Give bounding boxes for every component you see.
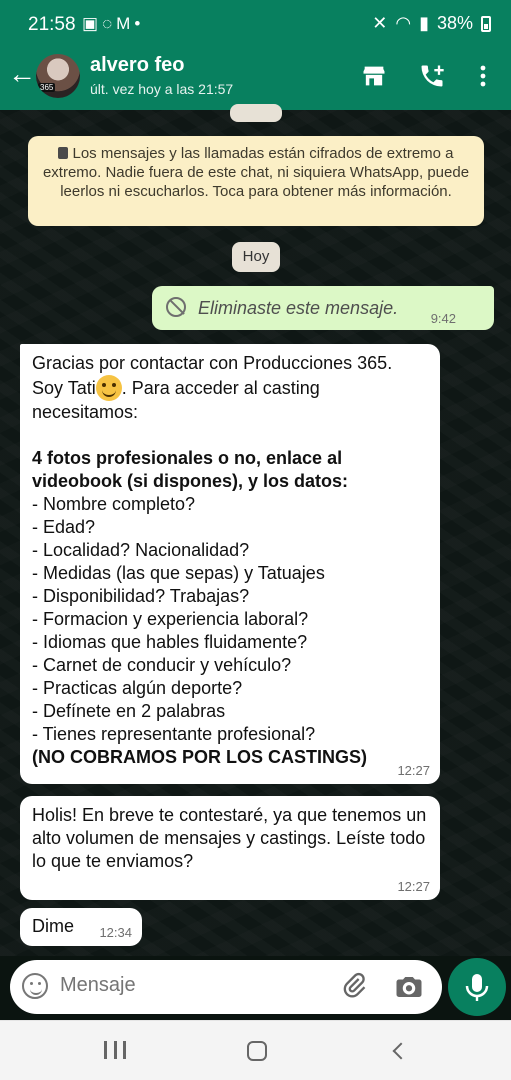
- back-arrow-icon[interactable]: ←: [8, 60, 36, 88]
- signal-icon: ▮: [419, 13, 429, 33]
- list-item: - Formacion y experiencia laboral?: [32, 609, 309, 629]
- gmail-icon: M: [116, 14, 131, 33]
- day-label: Hoy: [232, 242, 280, 272]
- emoji-icon[interactable]: [22, 973, 48, 999]
- encryption-text: Los mensajes y las llamadas están cifrad…: [42, 145, 470, 200]
- list-item: - Defínete en 2 palabras: [32, 701, 226, 721]
- final-bold-line: (NO COBRAMOS POR LOS CASTINGS): [32, 747, 368, 767]
- lock-icon: [58, 147, 69, 159]
- list-item: - Carnet de conducir y vehículo?: [32, 655, 292, 675]
- chat-area[interactable]: Los mensajes y las llamadas están cifrad…: [0, 104, 511, 956]
- gallery-icon: ▣: [82, 14, 99, 33]
- mute-icon: ✕: [372, 13, 388, 33]
- camera-icon[interactable]: [394, 972, 424, 1002]
- nav-back-icon[interactable]: [392, 1042, 410, 1060]
- message-time: 12:27: [397, 763, 430, 778]
- avatar-tag: 365: [38, 83, 56, 92]
- sent-message[interactable]: Eliminaste este mensaje. 9:42: [152, 286, 494, 330]
- bold-line-2: videobook (si dispones), y los datos:: [32, 471, 349, 491]
- wifi-icon: ◠: [395, 13, 412, 33]
- list-item: - Disponibilidad? Trabajas?: [32, 586, 250, 606]
- whatsapp-icon: ◌: [102, 14, 113, 33]
- chat-header: ← 365 alvero feo últ. vez hoy a las 21:5…: [0, 50, 511, 110]
- received-message[interactable]: Dime 12:34: [20, 908, 142, 946]
- list-item: - Medidas (las que sepas) y Tatuajes: [32, 563, 325, 583]
- android-nav-bar: [0, 1020, 511, 1080]
- smile-emoji-icon: [95, 375, 122, 401]
- date-pill-partial: [230, 104, 282, 122]
- bold-line-1: 4 fotos profesionales o no, enlace al: [32, 448, 343, 468]
- store-icon[interactable]: [360, 62, 388, 90]
- battery-percent: 38%: [436, 13, 473, 33]
- contact-name[interactable]: alvero feo: [90, 54, 184, 77]
- list-item: - Practicas algún deporte?: [32, 678, 243, 698]
- recents-icon[interactable]: [104, 1041, 126, 1059]
- last-seen: últ. vez hoy a las 21:57: [90, 81, 234, 97]
- home-icon[interactable]: [247, 1041, 267, 1061]
- microphone-button[interactable]: [448, 958, 506, 1016]
- system-icons: ✕ ◠ ▮ 38%: [372, 13, 491, 34]
- battery-icon: [481, 15, 491, 32]
- received-message[interactable]: Gracias por contactar con Producciones 3…: [20, 344, 440, 784]
- message-composer: [10, 960, 442, 1014]
- add-call-icon[interactable]: [418, 62, 446, 90]
- notification-icons: ▣ ◌ M •: [82, 14, 140, 34]
- list-item: - Idiomas que hables fluidamente?: [32, 632, 308, 652]
- attach-icon[interactable]: [340, 972, 368, 1000]
- message-intro: Gracias por contactar con Producciones 3…: [32, 352, 428, 424]
- dot-icon: •: [134, 14, 141, 33]
- status-bar: 21:58 ▣ ◌ M • ✕ ◠ ▮ 38%: [0, 0, 511, 50]
- deleted-icon: [166, 297, 186, 317]
- message-input[interactable]: [60, 974, 320, 997]
- received-message[interactable]: Holis! En breve te contestaré, ya que te…: [20, 796, 440, 900]
- avatar[interactable]: 365: [36, 54, 80, 98]
- microphone-icon: [465, 974, 489, 1001]
- status-time: 21:58: [28, 14, 76, 35]
- list-item: - Tienes representante profesional?: [32, 724, 316, 744]
- list-item: - Nombre completo?: [32, 494, 196, 514]
- message-text: Holis! En breve te contestaré, ya que te…: [32, 805, 427, 871]
- message-time: 12:27: [397, 879, 430, 894]
- encryption-notice[interactable]: Los mensajes y las llamadas están cifrad…: [28, 136, 484, 226]
- sent-message-text: Eliminaste este mensaje.: [198, 298, 399, 318]
- list-item: - Edad?: [32, 517, 96, 537]
- list-item: - Localidad? Nacionalidad?: [32, 540, 250, 560]
- message-time: 12:34: [99, 925, 132, 940]
- more-options-icon[interactable]: [478, 62, 488, 90]
- top-bar: 21:58 ▣ ◌ M • ✕ ◠ ▮ 38% ← 365 alvero feo…: [0, 0, 511, 110]
- sent-message-time: 9:42: [430, 311, 456, 326]
